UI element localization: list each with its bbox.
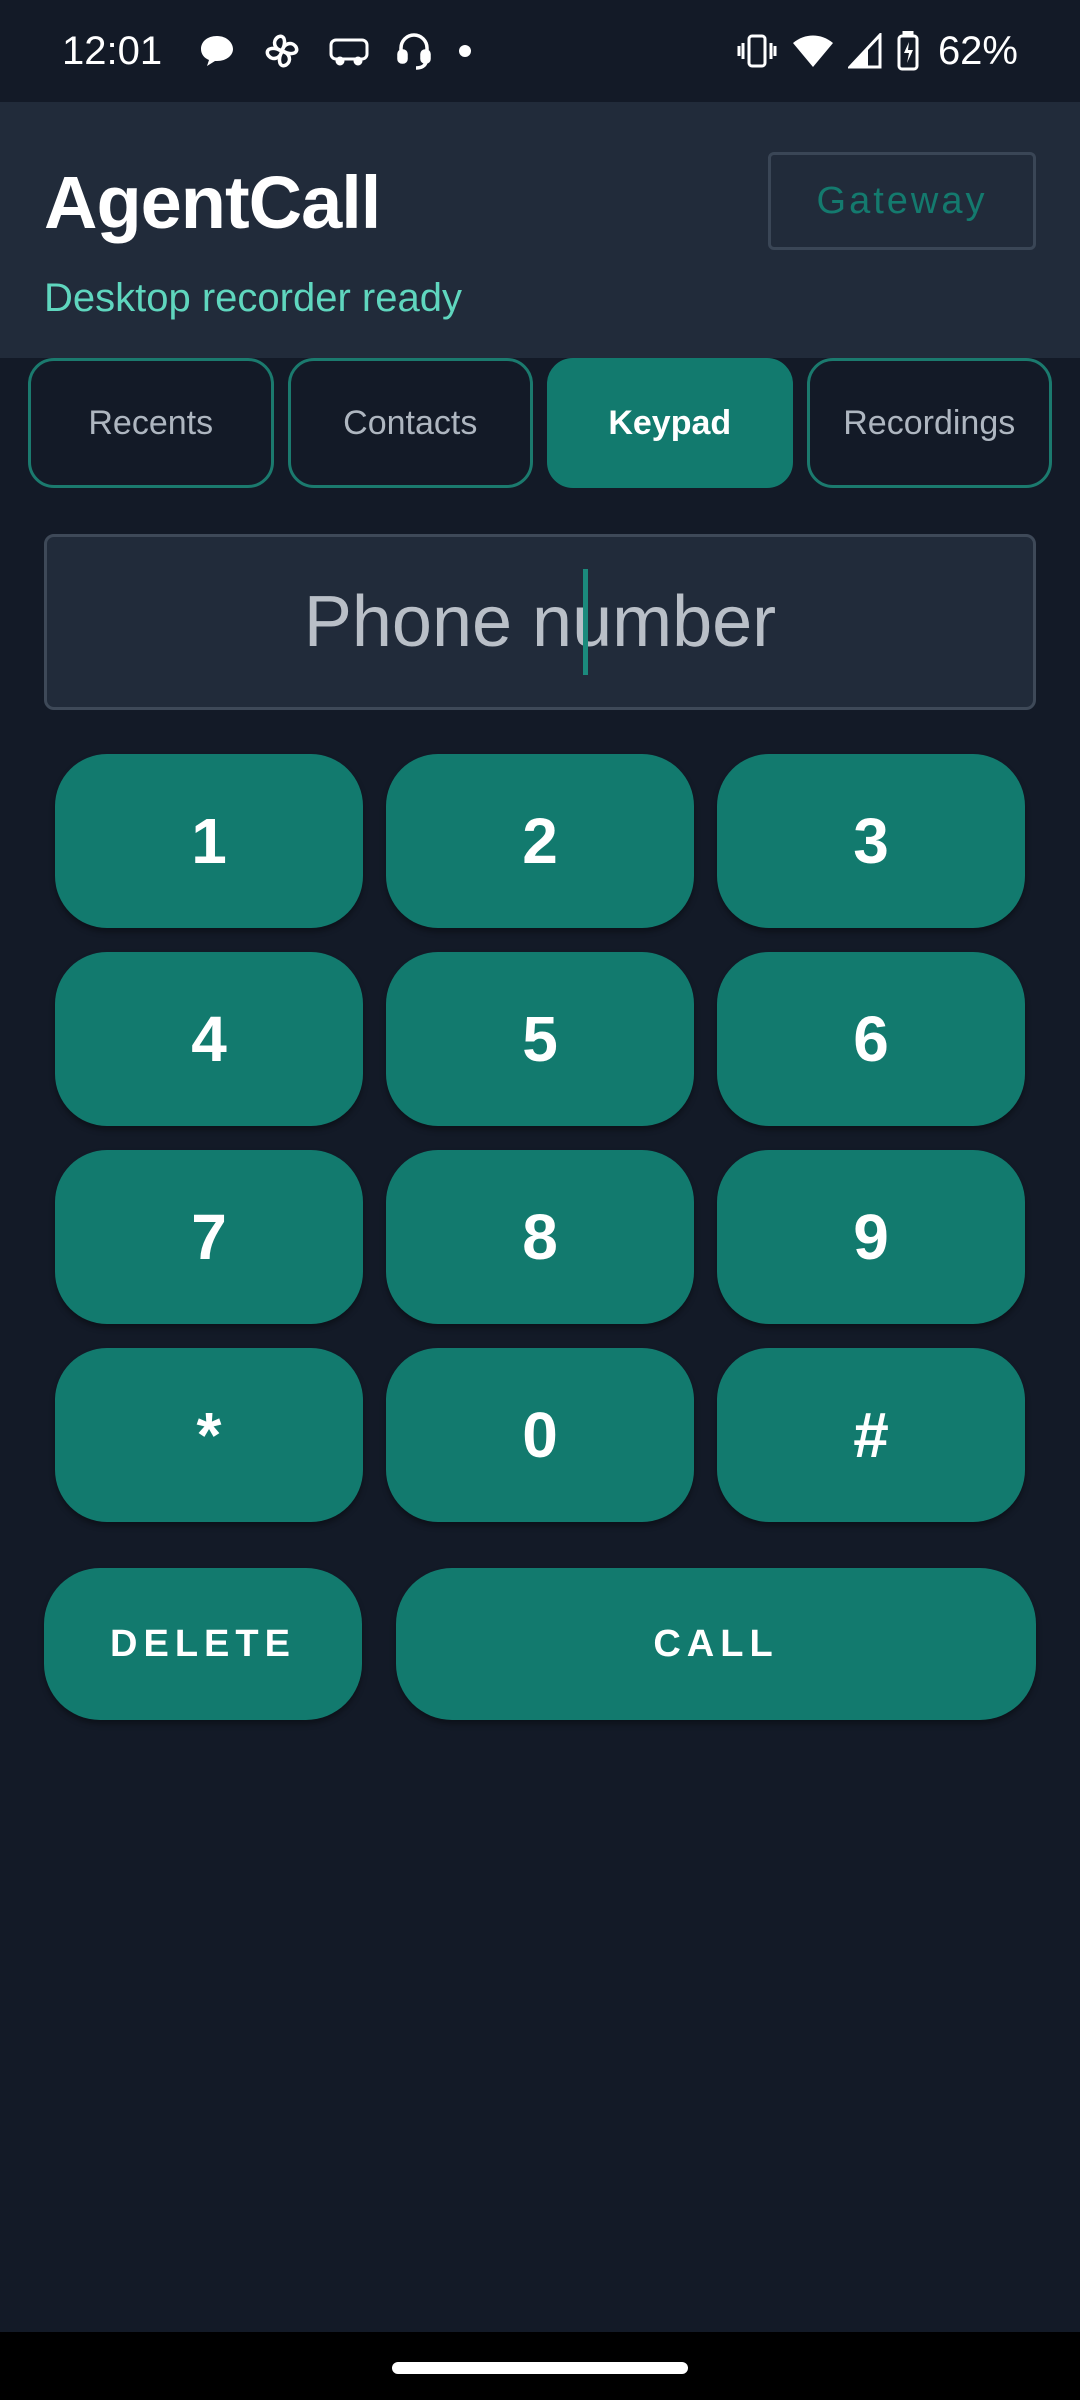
vibrate-icon xyxy=(736,33,778,69)
status-bar: 12:01 62% xyxy=(0,0,1080,102)
key-star[interactable]: * xyxy=(55,1348,363,1522)
wifi-icon xyxy=(792,33,834,69)
tab-keypad[interactable]: Keypad xyxy=(547,358,793,488)
key-0[interactable]: 0 xyxy=(386,1348,694,1522)
key-2[interactable]: 2 xyxy=(386,754,694,928)
recorder-status: Desktop recorder ready xyxy=(44,276,462,320)
pinwheel-icon xyxy=(262,31,302,71)
key-hash[interactable]: # xyxy=(717,1348,1025,1522)
tab-contacts[interactable]: Contacts xyxy=(287,358,533,488)
battery-percent: 62% xyxy=(937,28,1018,73)
key-4[interactable]: 4 xyxy=(55,952,363,1126)
chat-bubble-icon xyxy=(198,33,236,69)
home-gesture-handle[interactable] xyxy=(392,2362,688,2374)
text-cursor xyxy=(583,569,588,675)
dial-keypad: 1 2 3 4 5 6 7 8 9 * 0 # xyxy=(55,754,1025,1522)
gateway-button[interactable]: Gateway xyxy=(768,152,1036,250)
key-5[interactable]: 5 xyxy=(386,952,694,1126)
redbus-icon xyxy=(328,35,370,67)
signal-icon xyxy=(847,33,882,69)
app-title: AgentCall xyxy=(44,161,381,244)
key-7[interactable]: 7 xyxy=(55,1150,363,1324)
dot-icon xyxy=(458,44,472,58)
key-8[interactable]: 8 xyxy=(386,1150,694,1324)
key-1[interactable]: 1 xyxy=(55,754,363,928)
delete-button[interactable]: DELETE xyxy=(44,1568,362,1720)
call-button[interactable]: CALL xyxy=(396,1568,1036,1720)
key-3[interactable]: 3 xyxy=(717,754,1025,928)
tab-recents[interactable]: Recents xyxy=(28,358,274,488)
phone-input-container xyxy=(44,534,1036,710)
tab-recordings[interactable]: Recordings xyxy=(806,358,1052,488)
app-header: AgentCall Desktop recorder ready Gateway xyxy=(0,102,1080,358)
headset-icon xyxy=(396,31,432,71)
battery-icon xyxy=(896,31,920,71)
status-left: 12:01 xyxy=(62,29,472,74)
status-time: 12:01 xyxy=(62,28,163,73)
phone-number-input[interactable] xyxy=(47,537,1033,707)
status-right: 62% xyxy=(736,29,1018,74)
tab-bar: Recents Contacts Keypad Recordings xyxy=(28,358,1052,490)
key-9[interactable]: 9 xyxy=(717,1150,1025,1324)
key-6[interactable]: 6 xyxy=(717,952,1025,1126)
app-screen: 12:01 62% AgentCall Desktop recorder rea… xyxy=(0,0,1080,2400)
